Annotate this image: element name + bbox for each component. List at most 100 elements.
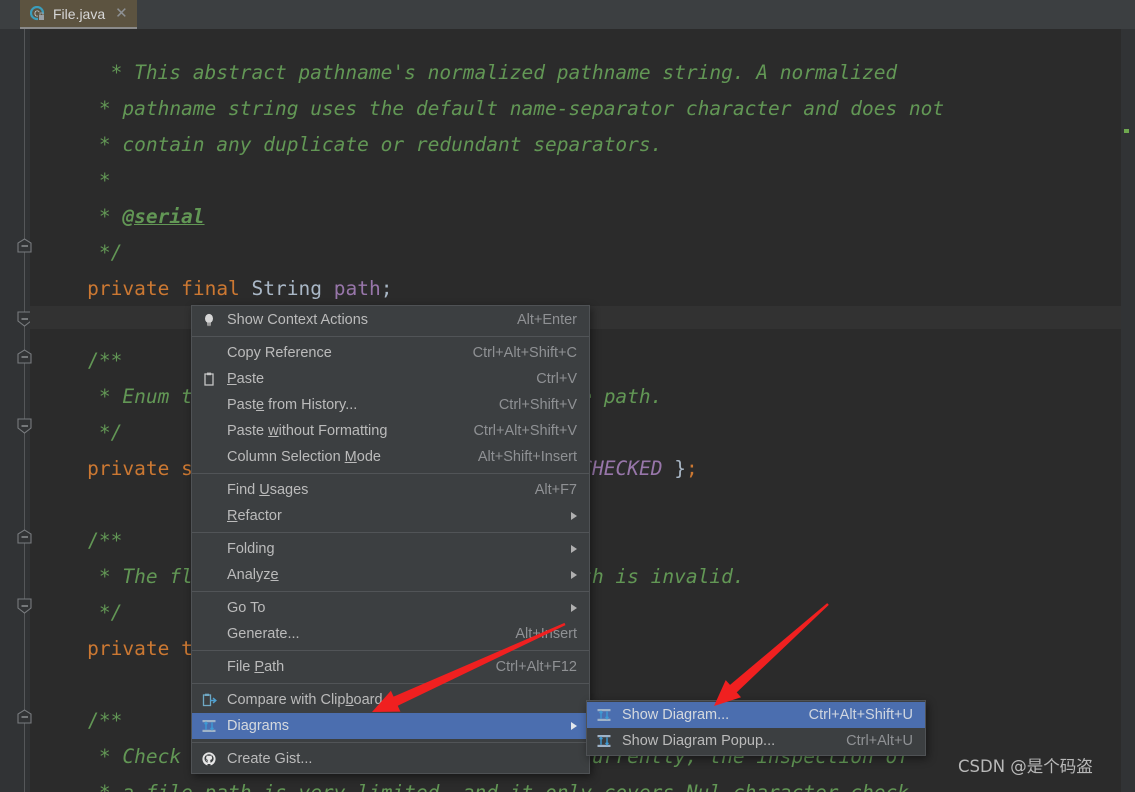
menu-item-file-path[interactable]: File Path Ctrl+Alt+F12 [192, 654, 589, 680]
diagram-icon [199, 717, 219, 735]
menu-item-shortcut: Alt+Shift+Insert [477, 449, 577, 465]
menu-item-no-icon [199, 481, 219, 499]
code-line: * contain any duplicate or redundant sep… [99, 133, 663, 156]
menu-item-label: Copy Reference [227, 345, 332, 361]
watermark: CSDN @是个码盗 [958, 757, 1093, 776]
menu-item-no-icon [199, 422, 219, 440]
code-token: private [87, 277, 170, 300]
menu-item-label: Analyze [227, 567, 279, 583]
menu-item-shortcut: Ctrl+Alt+Shift+C [472, 345, 577, 361]
menu-item-shortcut: Ctrl+Alt+U [846, 733, 913, 749]
menu-item-label: Create Gist... [227, 751, 313, 767]
code-token: * a file path is very limited, and it on… [99, 781, 921, 792]
code-line: /** [87, 529, 122, 552]
code-token: */ [98, 421, 123, 444]
menu-item-folding[interactable]: Folding [192, 536, 589, 562]
diagrams-submenu[interactable]: Show Diagram... Ctrl+Alt+Shift+U Show Diag… [586, 700, 926, 756]
menu-item-label: Paste from History... [227, 397, 358, 413]
editor-tab-label: File.java [53, 5, 106, 22]
menu-item-label: Folding [227, 541, 275, 557]
menu-separator [192, 473, 589, 474]
code-token: */ [98, 601, 123, 624]
code-token: } [662, 457, 686, 480]
menu-item-label: Find Usages [227, 482, 309, 498]
diagram-icon [594, 732, 614, 750]
menu-item-generate[interactable]: Generate... Alt+Insert [192, 621, 589, 647]
chevron-right-icon [571, 604, 577, 612]
menu-separator [192, 591, 589, 592]
compare-clipboard-icon [199, 691, 219, 709]
close-icon[interactable]: ✕ [115, 6, 128, 21]
menu-item-compare-with-clipboard[interactable]: Compare with Clipboard [192, 687, 589, 713]
editor-marker[interactable] [1124, 129, 1129, 133]
code-line: * pathname string uses the default name-… [99, 97, 944, 120]
menu-item-column-selection-mode[interactable]: Column Selection Mode Alt+Shift+Insert [192, 444, 589, 470]
gutter-fold-line [24, 29, 25, 792]
code-line: * @serial [99, 205, 205, 228]
code-line: /** [87, 709, 122, 732]
code-token: ; [686, 457, 698, 480]
menu-item-shortcut: Alt+Enter [516, 312, 577, 328]
menu-item-find-usages[interactable]: Find Usages Alt+F7 [192, 477, 589, 503]
code-token: * contain any duplicate or redundant sep… [98, 133, 663, 156]
menu-item-go-to[interactable]: Go To [192, 595, 589, 621]
menu-item-paste-from-history[interactable]: Paste from History... Ctrl+Shift+V [192, 392, 589, 418]
menu-separator [192, 742, 589, 743]
code-line: * a file path is very limited, and it on… [99, 781, 921, 792]
code-token: /** [87, 349, 123, 372]
code-line: * This abstract pathname's normalized pa… [111, 61, 898, 84]
diagram-icon [594, 706, 614, 724]
code-token: private [87, 637, 170, 660]
menu-item-no-icon [199, 396, 219, 414]
chevron-right-icon [571, 722, 577, 730]
menu-item-paste[interactable]: Paste Ctrl+V [192, 366, 589, 392]
menu-item-shortcut: Ctrl+V [536, 371, 577, 387]
menu-item-shortcut: Ctrl+Alt+Shift+U [808, 707, 913, 723]
code-token: final [181, 277, 240, 300]
editor-tab-file-java[interactable]: C File.java ✕ [20, 0, 137, 29]
menu-item-create-gist[interactable]: Create Gist... [192, 746, 589, 772]
menu-item-label: Compare with Clipboard [227, 692, 383, 708]
code-token: ; [380, 277, 393, 300]
lightbulb-icon [199, 311, 219, 329]
code-token: * [98, 205, 123, 228]
code-line: */ [99, 241, 122, 264]
editor-context-menu[interactable]: Show Context Actions Alt+Enter Copy Refere… [191, 305, 590, 774]
menu-item-label: Column Selection Mode [227, 449, 381, 465]
chevron-right-icon [571, 545, 577, 553]
menu-item-paste-without-formatting[interactable]: Paste without Formatting Ctrl+Alt+Shift+V [192, 418, 589, 444]
menu-item-shortcut: Ctrl+Shift+V [498, 397, 577, 413]
code-line: */ [99, 601, 122, 624]
code-line: /** [87, 349, 122, 372]
submenu-item-show-diagram-popup[interactable]: Show Diagram Popup... Ctrl+Alt+U [587, 728, 925, 754]
menu-item-shortcut: Alt+Insert [515, 626, 577, 642]
code-token: * pathname string uses the default name-… [98, 97, 945, 120]
menu-item-no-icon [199, 566, 219, 584]
menu-item-shortcut: Alt+F7 [534, 482, 577, 498]
menu-item-refactor[interactable]: Refactor [192, 503, 589, 529]
menu-item-label: Paste [227, 371, 265, 387]
submenu-item-show-diagram[interactable]: Show Diagram... Ctrl+Alt+Shift+U [587, 702, 925, 728]
code-line: * [99, 169, 111, 192]
menu-item-copy-reference[interactable]: Copy Reference Ctrl+Alt+Shift+C [192, 340, 589, 366]
java-class-icon: C [29, 5, 46, 22]
menu-item-label: Show Diagram Popup... [622, 733, 776, 749]
editor-gutter[interactable] [0, 29, 32, 792]
menu-item-label: Refactor [227, 508, 282, 524]
code-token: /** [87, 529, 123, 552]
menu-item-no-icon [199, 599, 219, 617]
chevron-right-icon [571, 571, 577, 579]
menu-item-label: Show Diagram... [622, 707, 730, 723]
menu-item-show-context-actions[interactable]: Show Context Actions Alt+Enter [192, 307, 589, 333]
menu-item-no-icon [199, 344, 219, 362]
menu-item-label: Show Context Actions [227, 312, 369, 328]
editor-marker-strip[interactable] [1121, 29, 1135, 792]
menu-item-no-icon [199, 658, 219, 676]
clipboard-icon [199, 370, 219, 388]
menu-item-label: Go To [227, 600, 266, 616]
menu-item-analyze[interactable]: Analyze [192, 562, 589, 588]
menu-item-diagrams[interactable]: Diagrams [192, 713, 589, 739]
code-token: /** [87, 709, 123, 732]
